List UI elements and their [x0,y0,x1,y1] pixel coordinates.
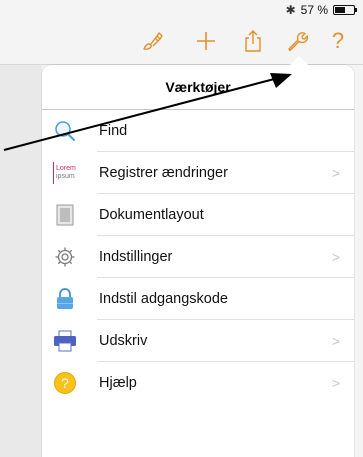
chevron-right-icon: > [331,375,340,391]
plus-icon [197,32,215,50]
add-button[interactable] [189,24,223,58]
battery-nub [355,8,357,12]
document-layout-icon [53,203,77,227]
popover-title: Værktøjer [42,65,354,110]
menu-item-find[interactable]: Find [42,110,354,152]
bluetooth-icon: ✱ [285,3,296,17]
menu-item-label: Udskriv [99,333,148,349]
help-icon: ? [331,28,345,53]
menu-item-label: Indstillinger [99,249,173,265]
gear-icon [53,245,77,269]
lock-icon [53,287,77,311]
help-button[interactable]: ? [321,24,355,58]
battery-icon [333,5,357,15]
battery-percent: 57 % [300,3,328,17]
tools-button[interactable] [280,24,314,58]
status-right: ✱ 57 % [285,3,357,17]
menu-item-label: Indstil adgangskode [99,291,228,307]
menu-item-track-changes[interactable]: Lorem ipsum Registrer ændringer > [42,152,354,194]
menu-item-help[interactable]: ? Hjælp > [42,362,354,404]
magnifier-icon [53,119,77,143]
share-button[interactable] [236,24,270,58]
chevron-right-icon: > [331,333,340,349]
share-icon [245,30,261,52]
menu-item-label: Registrer ændringer [99,165,228,181]
brush-icon [143,32,163,50]
help-circle-icon: ? [53,371,77,395]
help-glyph: ? [61,375,69,391]
menu-item-label: Find [99,123,128,139]
lorem-text: Lorem [56,165,76,172]
wrench-icon [288,32,308,52]
menu-item-label: Hjælp [99,375,137,391]
background-document [0,65,42,457]
chevron-right-icon: > [331,249,340,265]
battery-fill [335,7,346,13]
tools-menu: Find Lorem ipsum Registrer ændringer > D… [42,110,354,404]
chevron-right-icon: > [331,165,340,181]
menu-item-print[interactable]: Udskriv > [42,320,354,362]
lorem-ipsum-icon: Lorem ipsum [53,161,77,185]
tools-popover: Værktøjer Find Lorem ipsum Registrer ænd… [42,56,354,457]
status-bar: ✱ 57 % [0,0,363,20]
ipsum-text: ipsum [56,173,75,180]
menu-item-label: Dokumentlayout [99,207,204,223]
menu-item-settings[interactable]: Indstillinger > [42,236,354,278]
menu-item-set-password[interactable]: Indstil adgangskode [42,278,354,320]
brush-button[interactable] [136,24,170,58]
printer-icon [53,329,77,353]
menu-item-document-layout[interactable]: Dokumentlayout [42,194,354,236]
